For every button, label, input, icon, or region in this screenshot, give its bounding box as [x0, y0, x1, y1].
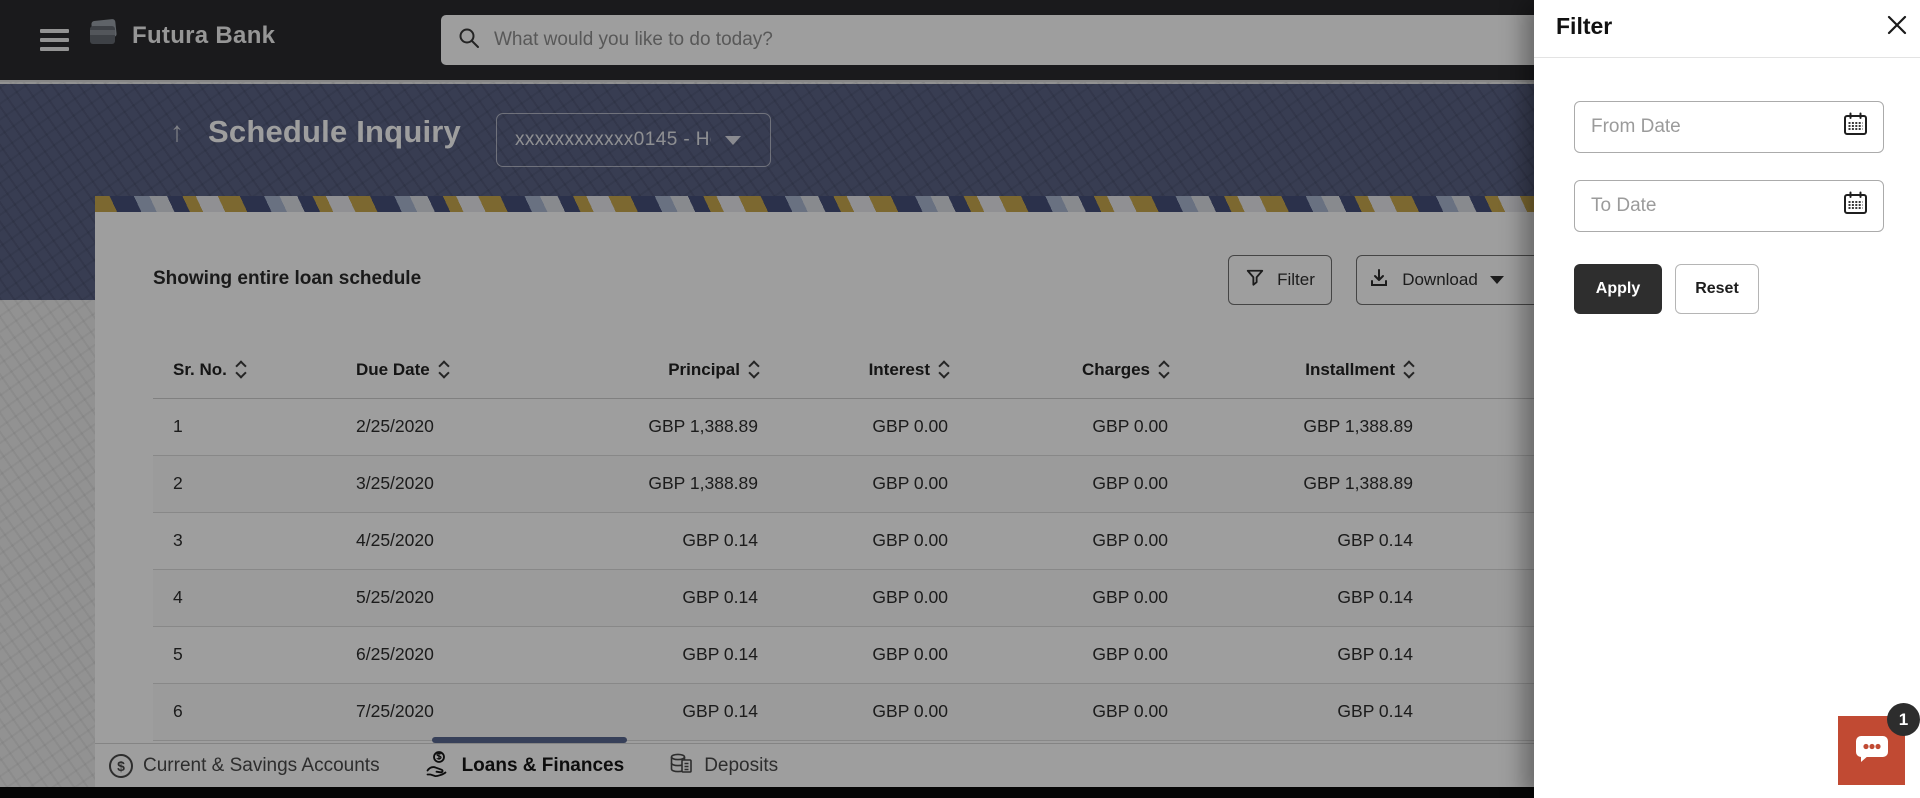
reset-button[interactable]: Reset	[1675, 264, 1759, 314]
filter-panel: Filter Apply Reset	[1534, 0, 1920, 798]
modal-scrim[interactable]	[0, 0, 1534, 798]
to-date-field[interactable]	[1574, 180, 1884, 232]
calendar-icon[interactable]	[1842, 111, 1869, 143]
apply-button[interactable]: Apply	[1574, 264, 1662, 314]
from-date-input[interactable]	[1591, 116, 1832, 138]
close-icon[interactable]	[1886, 14, 1908, 36]
speech-bubble-icon	[1853, 731, 1891, 770]
panel-divider	[1534, 57, 1920, 58]
to-date-input[interactable]	[1591, 195, 1832, 217]
calendar-icon[interactable]	[1842, 190, 1869, 222]
from-date-field[interactable]	[1574, 101, 1884, 153]
filter-panel-title: Filter	[1556, 13, 1612, 40]
chat-notification-badge: 1	[1887, 703, 1920, 736]
